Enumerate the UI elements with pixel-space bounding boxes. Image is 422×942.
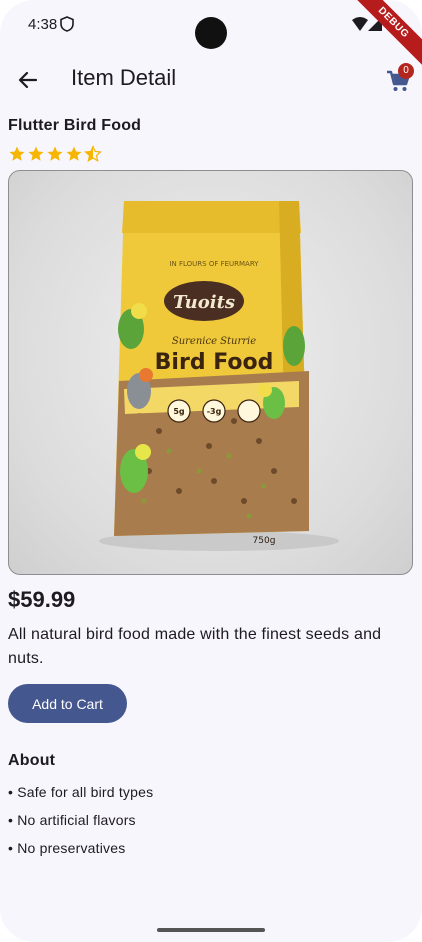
half-star-icon (84, 145, 102, 162)
back-arrow-icon[interactable] (12, 64, 44, 96)
add-to-cart-button[interactable]: Add to Cart (8, 684, 127, 723)
package-tagline: Surenice Sturrie (172, 336, 256, 347)
list-item: • Safe for all bird types (8, 784, 154, 800)
app-bar: Item Detail 0 (0, 52, 422, 108)
star-icon (28, 146, 44, 161)
package-name: Bird Food (155, 350, 274, 375)
product-description: All natural bird food made with the fine… (8, 626, 382, 667)
status-bar: 4:38 DEBUG (0, 0, 422, 69)
about-list: • Safe for all bird types • No artificia… (8, 782, 153, 866)
home-indicator[interactable] (157, 928, 265, 932)
product-image: Tuoits IN FLOURS OF FEURMARY Surenice St… (8, 170, 413, 575)
package-badge-1: 5g (173, 407, 185, 416)
page-title: Item Detail (71, 65, 177, 90)
list-item: • No artificial flavors (8, 812, 136, 828)
shield-icon (60, 16, 74, 32)
bird-food-package-illustration: Tuoits IN FLOURS OF FEURMARY Surenice St… (99, 201, 339, 551)
star-icon (66, 146, 82, 161)
star-rating (8, 145, 102, 163)
package-weight: 750g (253, 536, 276, 546)
product-title: Flutter Bird Food (8, 117, 142, 134)
package-badge-2: -3g (207, 407, 222, 416)
product-price: $59.99 (8, 587, 76, 612)
camera-cutout (195, 17, 227, 49)
about-heading: About (8, 752, 56, 769)
star-icon (9, 146, 25, 161)
phone-screen: 4:38 DEBUG Item Detail 0 Flutter Bird Fo… (0, 0, 422, 942)
status-time: 4:38 (28, 16, 58, 33)
wifi-icon (352, 17, 368, 31)
package-brand: Tuoits (173, 292, 235, 313)
package-header: IN FLOURS OF FEURMARY (169, 260, 259, 268)
star-icon (47, 146, 63, 161)
cart-count-badge: 0 (398, 63, 414, 79)
list-item: • No preservatives (8, 840, 126, 856)
